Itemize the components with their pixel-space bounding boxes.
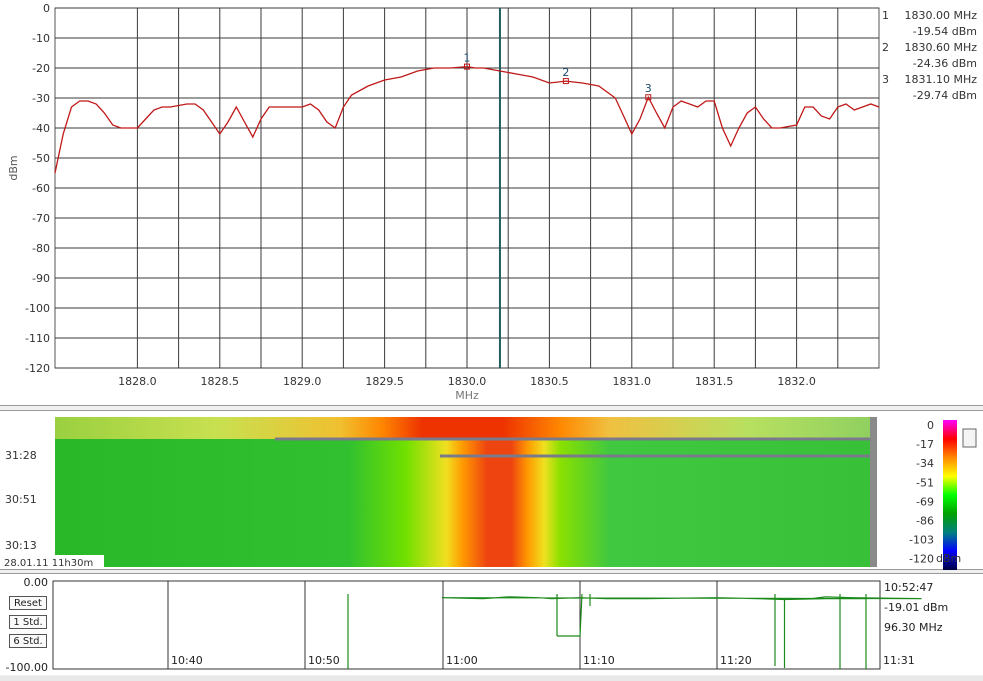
marker-list-level: -29.74 dBm	[913, 89, 977, 102]
color-scale-label: -103	[909, 534, 934, 547]
y-tick-label: -100	[25, 302, 50, 315]
reset-button[interactable]: Reset	[9, 596, 47, 610]
waterfall-time-label: 31:28	[5, 449, 37, 462]
marker-label-1: 1	[464, 52, 471, 65]
marker-label-3: 3	[645, 82, 652, 95]
x-tick-label: 1832.0	[777, 375, 816, 388]
y-tick-label: -10	[32, 32, 50, 45]
timeline-chart[interactable]: 0.00 -100.00 10:40 10:50 11:00 11:10 11:20 11:3…	[0, 574, 983, 676]
x-tick-label: 1831.5	[695, 375, 734, 388]
timeline-panel: 0.00 -100.00 10:40 10:50 11:00 11:10 11:20 11:3…	[0, 573, 983, 675]
y-tick-label: -20	[32, 62, 50, 75]
one-std-button[interactable]: 1 Std.	[9, 615, 47, 629]
spectrum-panel: 0 -10 -20 -30 -40 -50 -60 -70 -80 -90 -100 -110 -120…	[0, 0, 983, 406]
marker-list-frequency: 1830.60 MHz	[904, 41, 977, 54]
x-tick-label: 1828.0	[118, 375, 157, 388]
y-tick-label: -120	[25, 362, 50, 375]
timeline-y-min: -100.00	[6, 661, 48, 674]
color-scale-bar	[943, 420, 957, 570]
status-strip	[0, 676, 983, 681]
timeline-x-label: 10:50	[308, 654, 340, 667]
readout-frequency: 96.30 MHz	[884, 621, 943, 634]
y-tick-label: -90	[32, 272, 50, 285]
waterfall-recent-rows	[55, 417, 870, 439]
x-tick-label: 1829.5	[365, 375, 404, 388]
timeline-x-label: 10:40	[171, 654, 203, 667]
y-axis-label: dBm	[7, 155, 20, 180]
marker-list-number: 2	[882, 41, 889, 54]
x-tick-label: 1830.0	[448, 375, 487, 388]
color-scale-label: -120	[909, 553, 934, 566]
waterfall-time-label: 30:13	[5, 539, 37, 552]
color-scale-slider	[962, 428, 977, 448]
timeline-y-max: 0.00	[24, 576, 49, 589]
color-scale-label: -51	[916, 476, 934, 489]
readout-time: 10:52:47	[884, 581, 934, 594]
color-scale-unit: dBm	[936, 552, 961, 565]
color-scale-label: -17	[916, 438, 934, 451]
timeline-x-label: 11:10	[583, 654, 615, 667]
waterfall-panel: 31:28 30:51 30:13 28.01.11 11h30m 0 -17 -34 -51…	[0, 410, 983, 570]
waterfall-timestamp: 28.01.11 11h30m	[4, 558, 93, 569]
y-tick-label: -80	[32, 242, 50, 255]
marker-list-level: -19.54 dBm	[913, 25, 977, 38]
six-std-button[interactable]: 6 Std.	[9, 634, 47, 648]
waterfall-chart[interactable]: 31:28 30:51 30:13 28.01.11 11h30m 0 -17 -34 -51…	[0, 411, 983, 571]
y-tick-label: -50	[32, 152, 50, 165]
x-tick-label: 1829.0	[283, 375, 322, 388]
y-tick-label: -30	[32, 92, 50, 105]
color-scale-label: 0	[927, 419, 934, 432]
marker-list-number: 1	[882, 9, 889, 22]
color-scale-label: -69	[916, 495, 934, 508]
y-tick-label: 0	[43, 2, 50, 15]
waterfall-time-label: 30:51	[5, 493, 37, 506]
color-scale-label: -86	[916, 515, 934, 528]
y-tick-label: -40	[32, 122, 50, 135]
x-axis-label: MHz	[455, 389, 479, 402]
marker-list-frequency: 1830.00 MHz	[904, 9, 977, 22]
timeline-x-label: 11:00	[446, 654, 478, 667]
marker-list-number: 3	[882, 73, 889, 86]
color-scale-label: -34	[916, 457, 934, 470]
spectrum-chart[interactable]: 0 -10 -20 -30 -40 -50 -60 -70 -80 -90 -100 -110 -120…	[0, 0, 983, 406]
marker-label-2: 2	[562, 66, 569, 79]
timeline-x-label: 11:31	[883, 654, 915, 667]
readout-level: -19.01 dBm	[884, 601, 949, 614]
x-tick-label: 1830.5	[530, 375, 569, 388]
waterfall-scroll-edge	[870, 417, 877, 567]
x-tick-label: 1831.0	[613, 375, 652, 388]
marker-list-level: -24.36 dBm	[913, 57, 977, 70]
timeline-x-label: 11:20	[720, 654, 752, 667]
y-tick-label: -60	[32, 182, 50, 195]
y-tick-label: -70	[32, 212, 50, 225]
marker-list-frequency: 1831.10 MHz	[904, 73, 977, 86]
x-tick-label: 1828.5	[201, 375, 240, 388]
y-tick-label: -110	[25, 332, 50, 345]
